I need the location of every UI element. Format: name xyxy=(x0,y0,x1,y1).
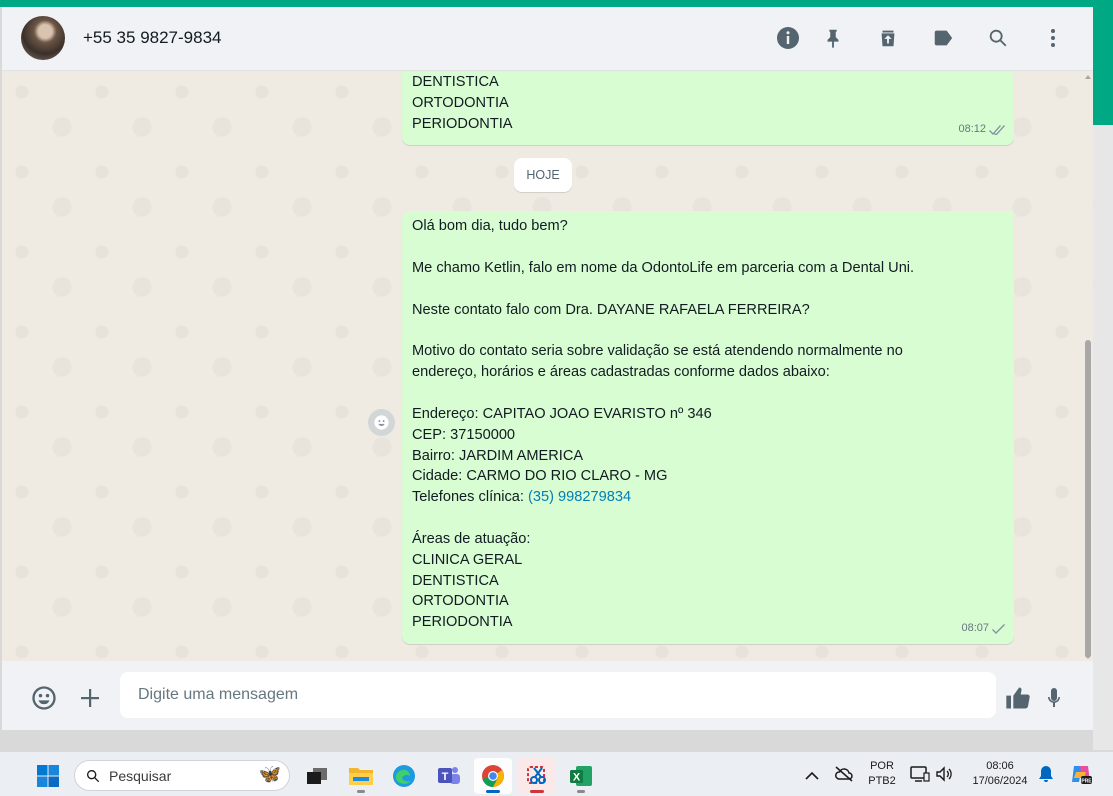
double-check-icon xyxy=(989,125,1005,136)
plus-icon xyxy=(81,689,99,707)
smiley-icon xyxy=(32,686,56,710)
info-icon[interactable] xyxy=(775,25,801,51)
message-line: Olá bom dia, tudo bem? xyxy=(412,218,568,234)
day-separator: HOJE xyxy=(514,158,572,192)
message-line: Neste contato falo com Dra. DAYANE RAFAE… xyxy=(412,301,810,318)
task-view-button[interactable] xyxy=(298,758,336,794)
window-side-background xyxy=(1093,125,1113,750)
excel-icon: X xyxy=(570,766,592,786)
chat-panel[interactable]: DENTISTICA ORTODONTIA PERIODONTIA 08:12 … xyxy=(2,72,1093,661)
message-line: DENTISTICA xyxy=(412,74,499,90)
message-time: 08:07 xyxy=(961,622,989,635)
smiley-icon xyxy=(374,415,389,430)
window-side-accent xyxy=(1093,0,1113,125)
message-line: CLINICA GERAL xyxy=(412,551,523,568)
search-highlight-butterfly-icon: 🦋 xyxy=(258,764,281,784)
thumbs-up-button[interactable] xyxy=(1003,683,1033,713)
volume-icon[interactable] xyxy=(935,765,953,788)
whatsapp-window: +55 35 9827-9834 DENTISTICA ORTODONTIA P… xyxy=(2,7,1093,730)
onedrive-offline-icon[interactable] xyxy=(834,765,854,788)
message-bubble-previous[interactable]: DENTISTICA ORTODONTIA PERIODONTIA 08:12 xyxy=(402,72,1014,145)
folder-icon xyxy=(349,768,373,785)
message-line: Me chamo Ketlin, falo em nome da OdontoL… xyxy=(412,259,915,276)
voice-message-button[interactable] xyxy=(1039,683,1069,713)
notification-bell-icon[interactable] xyxy=(1038,765,1054,788)
window-top-accent xyxy=(0,0,1113,7)
task-view-icon xyxy=(307,768,327,784)
taskbar-edge[interactable] xyxy=(385,758,423,794)
taskbar-excel[interactable]: X xyxy=(562,758,600,794)
label-icon[interactable] xyxy=(930,25,956,51)
emoji-button[interactable] xyxy=(29,683,59,713)
scroll-down-arrow[interactable] xyxy=(1085,655,1091,659)
chat-scrollbar[interactable] xyxy=(1083,72,1093,661)
windows-taskbar: Pesquisar 🦋 T X POR PTB2 08:06 17/06/202… xyxy=(0,751,1113,796)
attach-button[interactable] xyxy=(75,683,105,713)
message-line-phone: Telefones clínica: (35) 998279834 xyxy=(412,487,1004,508)
message-line: endereço, horários e áreas cadastradas c… xyxy=(412,364,830,381)
contact-avatar[interactable] xyxy=(21,16,65,60)
teams-icon: T xyxy=(438,767,460,784)
svg-text:T: T xyxy=(442,771,449,783)
phone-label: Telefones clínica: xyxy=(412,489,529,506)
taskbar-file-explorer[interactable] xyxy=(342,758,380,794)
scroll-up-arrow[interactable] xyxy=(1085,75,1091,79)
more-options-icon[interactable] xyxy=(1040,25,1066,51)
taskbar-chrome[interactable] xyxy=(474,758,512,794)
taskbar-search-label: Pesquisar xyxy=(109,767,172,784)
archive-icon[interactable] xyxy=(875,25,901,51)
message-input[interactable] xyxy=(120,672,996,718)
edge-icon xyxy=(393,765,415,787)
windows-start-button[interactable] xyxy=(36,764,60,788)
message-line: Bairro: JARDIM AMERICA xyxy=(412,447,584,464)
taskbar-search[interactable]: Pesquisar 🦋 xyxy=(74,760,290,791)
phone-link[interactable]: (35) 998279834 xyxy=(528,489,631,505)
message-line: Áreas de atuação: xyxy=(412,530,531,547)
message-meta: 08:12 xyxy=(958,119,1006,140)
svg-text:X: X xyxy=(573,772,581,784)
snipping-tool-icon xyxy=(527,766,546,784)
scroll-thumb[interactable] xyxy=(1085,340,1091,658)
taskbar-snipping-tool[interactable] xyxy=(518,758,556,794)
message-line: PERIODONTIA xyxy=(412,614,513,631)
thumbs-up-icon xyxy=(1006,687,1030,709)
search-icon[interactable] xyxy=(985,25,1011,51)
microphone-icon xyxy=(1048,688,1060,707)
message-line: Endereço: CAPITAO JOAO EVARISTO nº 346 xyxy=(412,405,712,422)
tray-overflow-chevron-icon[interactable] xyxy=(805,768,819,786)
svg-text:PRE: PRE xyxy=(1081,778,1092,784)
windows-logo-icon xyxy=(37,765,59,787)
copilot-icon[interactable]: PRE xyxy=(1069,762,1093,791)
message-line: DENTISTICA xyxy=(412,572,499,589)
keyboard-layout: PTB2 xyxy=(868,775,896,787)
clock-date: 17/06/2024 xyxy=(972,775,1028,787)
clock-time: 08:06 xyxy=(986,760,1014,772)
message-line: Cidade: CARMO DO RIO CLARO - MG xyxy=(412,468,668,485)
message-line: CEP: 37150000 xyxy=(412,426,516,443)
language-code: POR xyxy=(870,760,894,772)
network-icon[interactable] xyxy=(910,765,930,788)
chat-header: +55 35 9827-9834 xyxy=(2,7,1093,71)
message-bubble-outgoing[interactable]: Olá bom dia, tudo bem? Me chamo Ketlin, … xyxy=(402,211,1014,644)
message-line: PERIODONTIA xyxy=(412,115,513,132)
message-meta: 08:07 xyxy=(961,618,1006,639)
message-time: 08:12 xyxy=(958,123,986,136)
input-language-indicator[interactable]: POR PTB2 xyxy=(866,759,898,789)
composer xyxy=(2,661,1093,730)
taskbar-clock[interactable]: 08:06 17/06/2024 xyxy=(962,759,1038,789)
message-line: ORTODONTIA xyxy=(412,593,509,610)
single-check-icon xyxy=(992,624,1005,635)
emoji-reaction-button[interactable] xyxy=(368,409,395,436)
message-line: ORTODONTIA xyxy=(412,94,509,111)
search-icon xyxy=(87,769,100,782)
message-line: Motivo do contato seria sobre validação … xyxy=(412,343,903,360)
pin-icon[interactable] xyxy=(820,25,846,51)
chrome-icon xyxy=(482,765,504,787)
contact-name[interactable]: +55 35 9827-9834 xyxy=(83,28,222,48)
taskbar-teams[interactable]: T xyxy=(430,758,468,794)
